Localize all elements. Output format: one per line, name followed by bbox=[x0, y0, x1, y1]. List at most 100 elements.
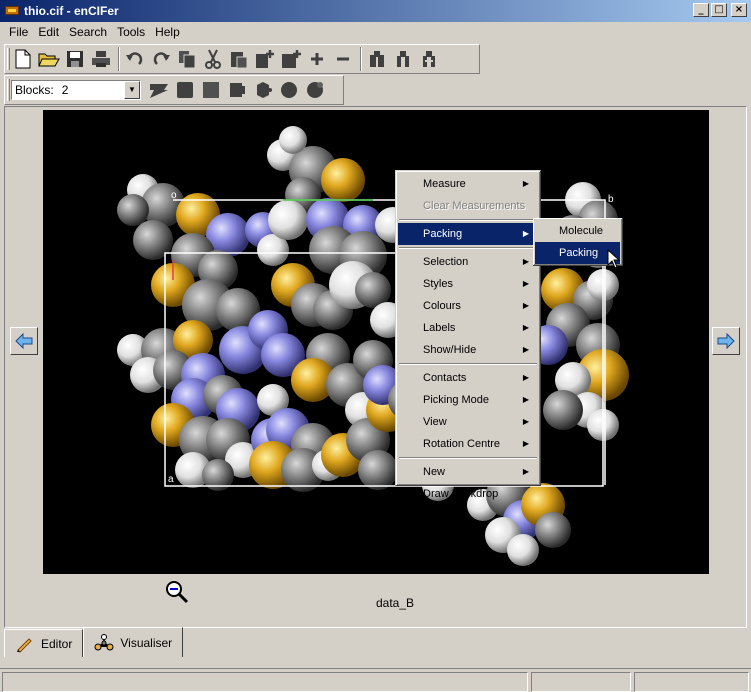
close-button[interactable]: × bbox=[731, 3, 747, 17]
submenu-arrow-icon: ▶ bbox=[522, 229, 529, 238]
save-icon[interactable] bbox=[63, 47, 87, 71]
blocks-label: Blocks: bbox=[15, 83, 54, 97]
menu-file[interactable]: File bbox=[4, 25, 33, 39]
find-next-icon[interactable] bbox=[391, 47, 415, 71]
status-pane-tertiary bbox=[634, 672, 749, 692]
menu-item-draw-backdrop[interactable]: Draw Backdrop bbox=[398, 483, 538, 505]
dataset-label: data_B bbox=[375, 596, 415, 610]
previous-block-button[interactable] bbox=[10, 327, 38, 355]
main-toolbar bbox=[4, 44, 480, 74]
menu-search[interactable]: Search bbox=[64, 25, 112, 39]
molecule-viewer[interactable]: o b a bbox=[43, 110, 709, 574]
menu-item-new[interactable]: New ▶ bbox=[398, 461, 538, 483]
menu-separator bbox=[399, 363, 537, 365]
submenu-arrow-icon: ▶ bbox=[522, 257, 529, 266]
sphere-alt-icon[interactable] bbox=[303, 78, 327, 102]
title-bar: thio.cif - enCIFer _ □ × bbox=[0, 0, 751, 22]
status-pane-secondary bbox=[531, 672, 631, 692]
submenu-arrow-icon: ▶ bbox=[522, 301, 529, 310]
minimize-button[interactable]: _ bbox=[693, 3, 709, 17]
tab-editor[interactable]: Editor bbox=[4, 629, 84, 657]
arrow-right-icon bbox=[717, 333, 735, 349]
menu-edit[interactable]: Edit bbox=[33, 25, 64, 39]
menu-item-show-hide[interactable]: Show/Hide ▶ bbox=[398, 339, 538, 361]
molecule-icon bbox=[94, 633, 114, 652]
menu-item-picking-mode[interactable]: Picking Mode ▶ bbox=[398, 389, 538, 411]
cell-icon[interactable] bbox=[173, 78, 197, 102]
submenu-arrow-icon: ▶ bbox=[522, 373, 529, 382]
add-loop-icon[interactable] bbox=[253, 47, 277, 71]
paste-icon[interactable] bbox=[227, 47, 251, 71]
status-bar bbox=[0, 668, 751, 692]
submenu-arrow-icon: ▶ bbox=[522, 439, 529, 448]
blocks-select[interactable]: Blocks: 2 ▼ bbox=[11, 80, 141, 100]
toolbar-grip[interactable] bbox=[7, 48, 10, 70]
blocks-value: 2 bbox=[61, 83, 69, 97]
submenu-arrow-icon: ▶ bbox=[522, 345, 529, 354]
submenu-arrow-icon: ▶ bbox=[522, 279, 529, 288]
toolbar-separator bbox=[360, 47, 362, 71]
menu-item-measure[interactable]: Measure ▶ bbox=[398, 173, 538, 195]
menu-tools[interactable]: Tools bbox=[112, 25, 150, 39]
structure-icon[interactable] bbox=[147, 78, 171, 102]
atom-spheres bbox=[117, 126, 629, 566]
menu-bar: File Edit Search Tools Help bbox=[0, 22, 751, 42]
submenu-arrow-icon: ▶ bbox=[522, 179, 529, 188]
copy-icon[interactable] bbox=[175, 47, 199, 71]
menu-help[interactable]: Help bbox=[150, 25, 185, 39]
menu-item-selection[interactable]: Selection ▶ bbox=[398, 251, 538, 273]
zoom-out-icon[interactable] bbox=[165, 580, 189, 604]
axis-label-b: b bbox=[608, 194, 614, 205]
molecule-icon[interactable] bbox=[251, 78, 275, 102]
toolbar-separator bbox=[118, 47, 120, 71]
find-icon[interactable] bbox=[365, 47, 389, 71]
menu-item-packing[interactable]: Packing ▶ bbox=[398, 223, 538, 245]
pencil-icon bbox=[15, 635, 33, 653]
menu-separator bbox=[399, 457, 537, 459]
submenu-arrow-icon: ▶ bbox=[522, 467, 529, 476]
plus-icon[interactable] bbox=[305, 47, 329, 71]
next-block-button[interactable] bbox=[712, 327, 740, 355]
undo-icon[interactable] bbox=[123, 47, 147, 71]
menu-item-rotation-centre[interactable]: Rotation Centre ▶ bbox=[398, 433, 538, 455]
menu-item-contacts[interactable]: Contacts ▶ bbox=[398, 367, 538, 389]
axis-label-a: a bbox=[168, 474, 174, 485]
menu-item-colours[interactable]: Colours ▶ bbox=[398, 295, 538, 317]
packing-icon[interactable] bbox=[225, 78, 249, 102]
sphere-icon[interactable] bbox=[277, 78, 301, 102]
toolbar-grip[interactable] bbox=[7, 79, 10, 101]
axis-label-o: o bbox=[171, 190, 177, 201]
status-pane-main bbox=[2, 672, 528, 692]
cut-icon[interactable] bbox=[201, 47, 225, 71]
redo-icon[interactable] bbox=[149, 47, 173, 71]
arrow-left-icon bbox=[15, 333, 33, 349]
block-icon[interactable] bbox=[199, 78, 223, 102]
minus-icon[interactable] bbox=[331, 47, 355, 71]
tab-visualiser[interactable]: Visualiser bbox=[83, 627, 184, 657]
submenu-item-molecule[interactable]: Molecule bbox=[535, 220, 620, 242]
menu-item-clear-measurements: Clear Measurements bbox=[423, 200, 526, 212]
visualiser-toolbar: Blocks: 2 ▼ bbox=[4, 75, 344, 105]
print-icon[interactable] bbox=[89, 47, 113, 71]
app-icon bbox=[4, 3, 20, 19]
window-title: thio.cif - enCIFer bbox=[24, 4, 119, 18]
window-controls: _ □ × bbox=[693, 3, 747, 17]
menu-separator bbox=[399, 247, 537, 249]
submenu-arrow-icon: ▶ bbox=[522, 417, 529, 426]
menu-item-labels[interactable]: Labels ▶ bbox=[398, 317, 538, 339]
add-item-icon[interactable] bbox=[279, 47, 303, 71]
molecule-render: o b a bbox=[117, 126, 629, 566]
submenu-arrow-icon: ▶ bbox=[522, 323, 529, 332]
menu-item-view[interactable]: View ▶ bbox=[398, 411, 538, 433]
chevron-down-icon[interactable]: ▼ bbox=[124, 81, 140, 99]
tab-editor-label: Editor bbox=[41, 636, 73, 651]
submenu-arrow-icon: ▶ bbox=[522, 395, 529, 404]
mouse-cursor-icon bbox=[607, 248, 621, 269]
find-previous-icon[interactable] bbox=[417, 47, 441, 71]
menu-item-styles[interactable]: Styles ▶ bbox=[398, 273, 538, 295]
open-folder-icon[interactable] bbox=[37, 47, 61, 71]
maximize-button[interactable]: □ bbox=[711, 3, 727, 17]
tab-bar: Editor Visualiser bbox=[4, 627, 184, 659]
tab-visualiser-label: Visualiser bbox=[120, 635, 173, 650]
new-file-icon[interactable] bbox=[11, 47, 35, 71]
